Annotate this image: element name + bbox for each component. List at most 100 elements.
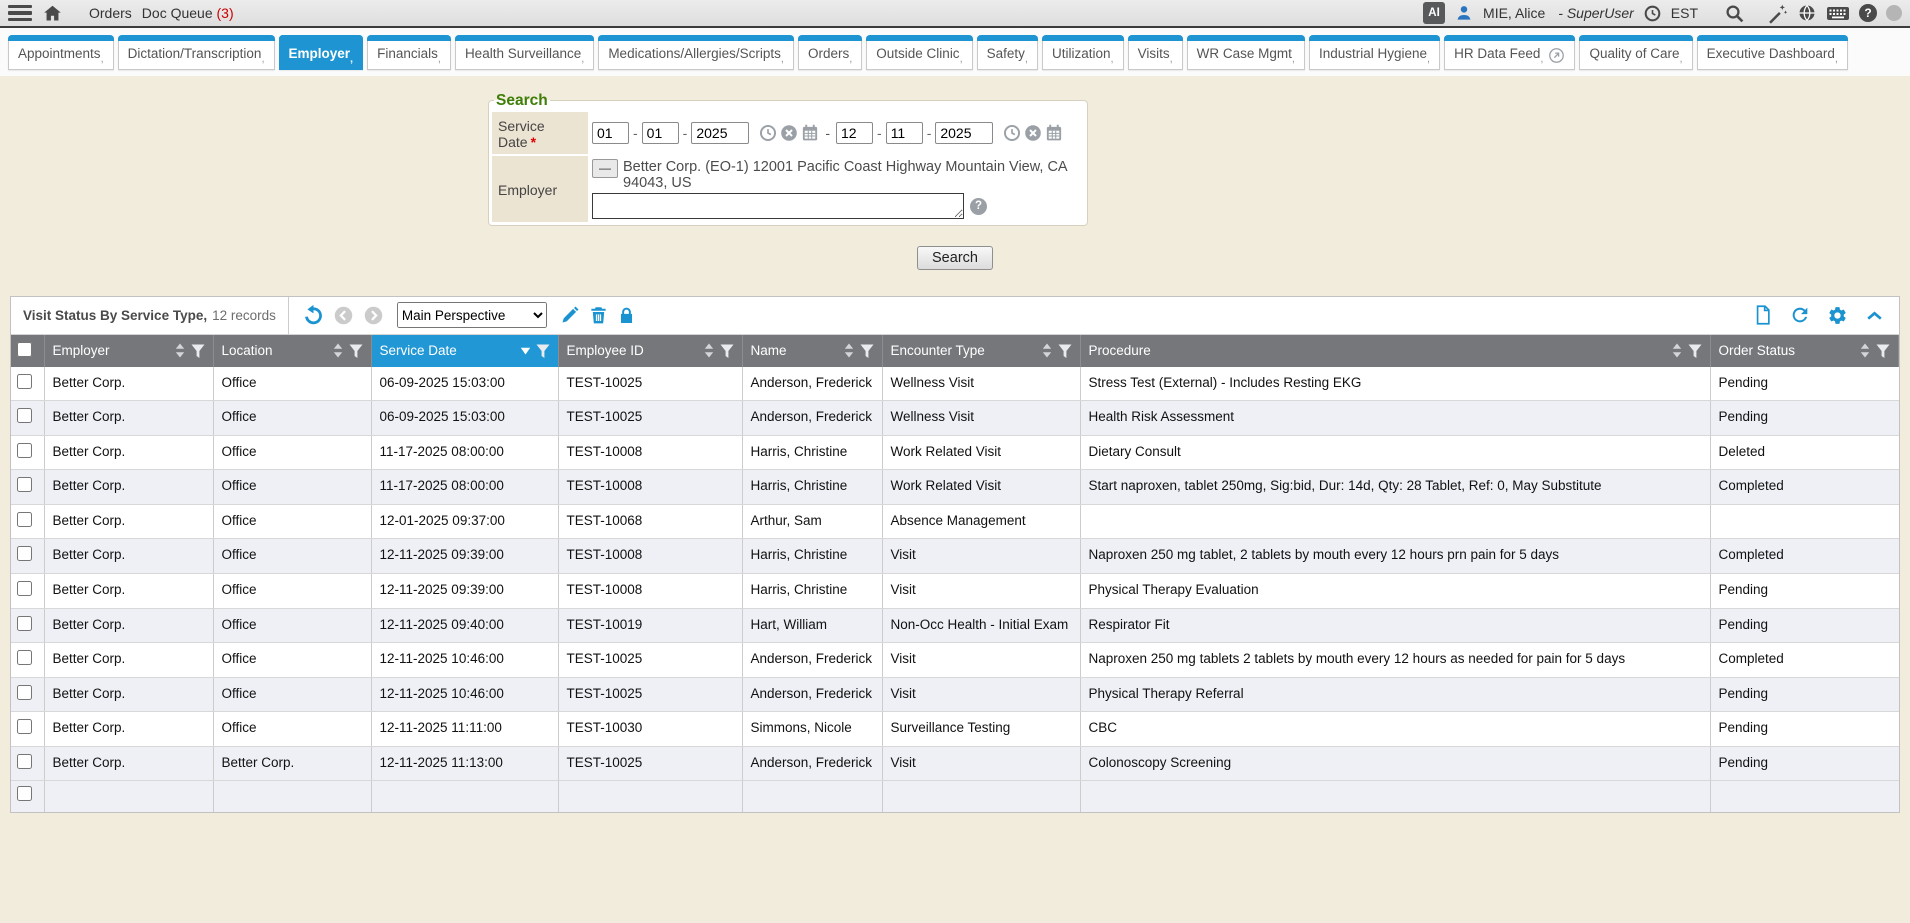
select-all-checkbox[interactable] [17,342,32,357]
row-checkbox[interactable] [17,685,32,700]
module-tab[interactable]: Outside Clinic [866,35,972,70]
row-checkbox[interactable] [17,719,32,734]
module-tab[interactable]: Orders [798,35,862,70]
breadcrumb-orders[interactable]: Orders [89,5,132,21]
row-checkbox[interactable] [17,477,32,492]
column-header[interactable]: Encounter Type [882,335,1080,367]
filter-icon[interactable] [191,344,205,358]
table-row: Better Corp. Office 11-17-2025 08:00:00 … [11,470,1899,505]
date-to-year-input[interactable] [935,122,993,144]
lock-icon[interactable] [617,305,636,326]
globe-phone-icon[interactable] [1797,3,1817,23]
date-to-calendar-icon[interactable] [1045,124,1063,142]
sort-desc-icon[interactable] [520,347,531,355]
row-checkbox[interactable] [17,616,32,631]
module-tab[interactable]: WR Case Mgmt [1187,35,1305,70]
footer-checkbox[interactable] [17,786,32,801]
filter-icon[interactable] [1876,344,1890,358]
module-tab[interactable]: Financials [367,35,451,70]
search-button[interactable]: Search [917,246,993,270]
filter-icon[interactable] [720,344,734,358]
module-tab[interactable]: Safety [977,35,1038,70]
module-tab[interactable]: Appointments [8,35,114,70]
sort-icon[interactable] [174,343,186,358]
sort-icon[interactable] [843,343,855,358]
clock-icon[interactable] [1643,4,1662,23]
sort-icon[interactable] [332,343,344,358]
column-header[interactable]: Order Status [1710,335,1899,367]
row-checkbox[interactable] [17,581,32,596]
edit-perspective-icon[interactable] [560,305,580,325]
help-icon[interactable]: ? [1859,4,1877,22]
employer-selected-value: Better Corp. (EO-1) 12001 Pacific Coast … [623,159,1080,191]
date-to-time-icon[interactable] [1003,124,1021,142]
perspective-select[interactable]: Main Perspective [397,302,547,328]
module-tab[interactable]: Medications/Allergies/Scripts [598,35,794,70]
row-checkbox[interactable] [17,546,32,561]
footer-row [11,781,1899,812]
filter-icon[interactable] [349,344,363,358]
filter-icon[interactable] [860,344,874,358]
collapse-chevron-icon[interactable] [1864,305,1885,326]
column-header[interactable]: Employer [44,335,213,367]
column-header[interactable]: Procedure [1080,335,1710,367]
column-header[interactable]: Service Date [371,335,558,367]
row-checkbox[interactable] [17,408,32,423]
row-checkbox[interactable] [17,443,32,458]
row-checkbox[interactable] [17,650,32,665]
wand-icon[interactable] [1767,3,1788,24]
search-icon[interactable] [1724,3,1745,24]
user-name[interactable]: MIE, Alice [1483,5,1545,21]
delete-perspective-icon[interactable] [589,305,608,326]
breadcrumb-doc-queue[interactable]: Doc Queue (3) [142,5,234,21]
module-tab[interactable]: HR Data Feed [1444,35,1575,70]
row-checkbox[interactable] [17,754,32,769]
date-from-day-input[interactable] [642,122,679,144]
date-to-month-input[interactable] [836,122,873,144]
module-tab[interactable]: Visits [1128,35,1183,70]
home-icon[interactable] [42,3,63,24]
sort-icon[interactable] [703,343,715,358]
employer-help-icon[interactable]: ? [970,198,987,215]
sort-icon[interactable] [1041,343,1053,358]
column-header[interactable]: Location [213,335,371,367]
module-tab[interactable]: Dictation/Transcription [118,35,275,70]
date-to-clear-icon[interactable] [1024,124,1042,142]
hamburger-menu-icon[interactable] [8,3,32,24]
keyboard-icon[interactable] [1826,3,1850,23]
cell-service-date: 12-11-2025 09:40:00 [371,608,558,643]
date-from-year-input[interactable] [691,122,749,144]
module-tab[interactable]: Health Surveillance [455,35,594,70]
module-tab[interactable]: Executive Dashboard [1697,35,1848,70]
module-tab[interactable]: Quality of Care [1579,35,1692,70]
employer-collapse-button[interactable]: — [592,159,618,178]
employer-search-input[interactable] [592,193,964,219]
select-all-header[interactable] [11,335,44,367]
cell-encounter-type: Visit [882,677,1080,712]
filter-icon[interactable] [1688,344,1702,358]
column-header[interactable]: Name [742,335,882,367]
module-tab[interactable]: Utilization [1042,35,1124,70]
refresh-icon[interactable] [1789,304,1811,326]
row-checkbox[interactable] [17,512,32,527]
date-from-calendar-icon[interactable] [801,124,819,142]
date-from-time-icon[interactable] [759,124,777,142]
cell-name: Hart, William [742,608,882,643]
date-to-day-input[interactable] [886,122,923,144]
module-tab[interactable]: Employer [279,35,364,70]
filter-icon[interactable] [1058,344,1072,358]
undo-icon[interactable] [301,304,324,327]
ai-badge[interactable]: AI [1423,2,1445,24]
cell-employee-id: TEST-10068 [558,504,742,539]
date-from-clear-icon[interactable] [780,124,798,142]
column-header[interactable]: Employee ID [558,335,742,367]
filter-icon[interactable] [536,344,550,358]
row-checkbox[interactable] [17,374,32,389]
sort-icon[interactable] [1859,343,1871,358]
new-document-icon[interactable] [1753,304,1773,326]
cell-location: Office [213,435,371,470]
module-tab[interactable]: Industrial Hygiene [1309,35,1440,70]
settings-gear-icon[interactable] [1827,305,1848,326]
sort-icon[interactable] [1671,343,1683,358]
date-from-month-input[interactable] [592,122,629,144]
